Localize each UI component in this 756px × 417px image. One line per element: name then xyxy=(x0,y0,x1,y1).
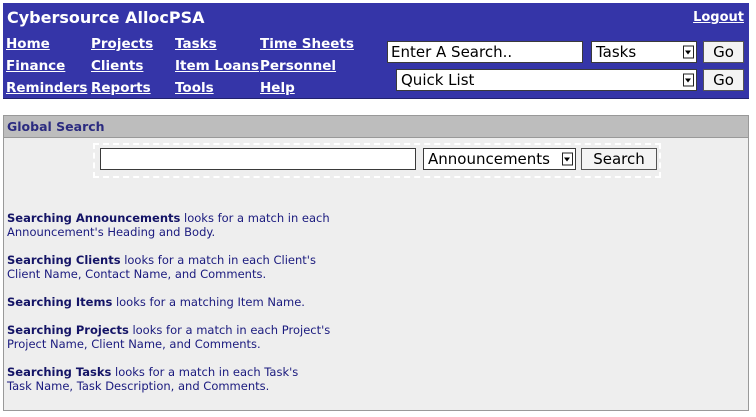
nav-reports[interactable]: Reports xyxy=(91,80,151,96)
help-line: Client Name, Contact Name, and Comments. xyxy=(7,267,267,281)
help-term: Searching Tasks xyxy=(7,365,112,379)
nav-help[interactable]: Help xyxy=(260,80,295,96)
help-term: Searching Items xyxy=(7,295,113,309)
help-line: looks for a matching Item Name. xyxy=(112,295,305,309)
help-term: Searching Clients xyxy=(7,253,121,267)
help-text-projects: Searching Projects looks for a match in … xyxy=(7,323,330,351)
quick-list-value: Quick List xyxy=(401,71,475,89)
nav-personnel[interactable]: Personnel xyxy=(260,58,336,74)
help-text-tasks: Searching Tasks looks for a match in eac… xyxy=(7,365,298,393)
global-search-category-value: Announcements xyxy=(428,150,550,168)
quick-search-category-select[interactable]: Tasks xyxy=(591,41,697,63)
quick-list-select[interactable]: Quick List xyxy=(396,69,697,91)
help-term: Searching Announcements xyxy=(7,211,181,225)
nav-projects[interactable]: Projects xyxy=(91,36,153,52)
global-search-category-select[interactable]: Announcements xyxy=(423,148,576,170)
panel-header: Global Search xyxy=(4,116,748,138)
help-text-clients: Searching Clients looks for a match in e… xyxy=(7,253,316,281)
help-text-items: Searching Items looks for a matching Ite… xyxy=(7,295,305,309)
quick-search-category-value: Tasks xyxy=(596,43,637,61)
nav-item-loans[interactable]: Item Loans xyxy=(175,58,259,74)
help-term: Searching Projects xyxy=(7,323,129,337)
nav-time-sheets[interactable]: Time Sheets xyxy=(260,36,354,52)
quick-search-go-button[interactable]: Go xyxy=(703,41,744,63)
help-line: Announcement's Heading and Body. xyxy=(7,225,216,239)
help-line: Project Name, Client Name, and Comments. xyxy=(7,337,261,351)
global-search-panel: Global Search Announcements Search Searc… xyxy=(3,115,749,411)
help-line: looks for a match in each Task's xyxy=(111,365,299,379)
help-line: looks for a match in each Project's xyxy=(128,323,331,337)
nav-clients[interactable]: Clients xyxy=(91,58,143,74)
help-line: looks for a match in each xyxy=(180,211,330,225)
global-search-form: Announcements Search xyxy=(93,143,661,178)
nav-finance[interactable]: Finance xyxy=(6,58,65,74)
global-search-input[interactable] xyxy=(100,148,416,170)
help-text-announcements: Searching Announcements looks for a matc… xyxy=(7,211,330,239)
app-header: Cybersource AllocPSA Logout Home Project… xyxy=(3,3,749,99)
global-search-button[interactable]: Search xyxy=(581,148,657,170)
nav-reminders[interactable]: Reminders xyxy=(6,80,87,96)
logout-link[interactable]: Logout xyxy=(693,10,744,25)
quick-search-input[interactable] xyxy=(387,41,583,63)
nav-home[interactable]: Home xyxy=(6,36,50,52)
nav-tasks[interactable]: Tasks xyxy=(175,36,217,52)
chevron-down-icon xyxy=(683,45,694,59)
chevron-down-icon xyxy=(683,73,694,87)
help-line: looks for a match in each Client's xyxy=(120,253,316,267)
chevron-down-icon xyxy=(562,152,573,166)
help-line: Task Name, Task Description, and Comment… xyxy=(7,379,270,393)
quick-list-go-button[interactable]: Go xyxy=(703,69,744,91)
panel-title: Global Search xyxy=(7,119,105,134)
app-title: Cybersource AllocPSA xyxy=(7,8,205,27)
nav-tools[interactable]: Tools xyxy=(175,80,214,96)
